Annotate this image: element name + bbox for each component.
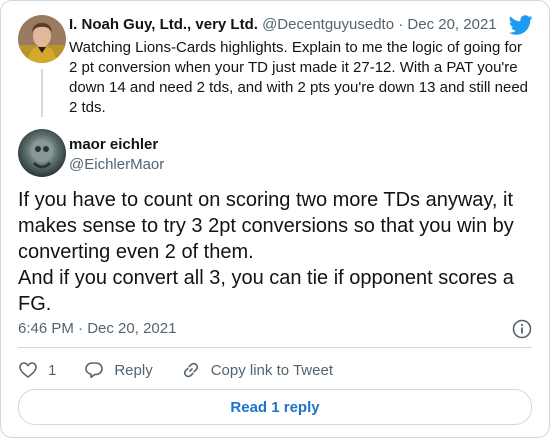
- link-icon: [183, 362, 198, 378]
- embedded-tweet-card: I. Noah Guy, Ltd., very Ltd. @Decentguyu…: [0, 0, 550, 438]
- reply-button[interactable]: Reply: [84, 360, 153, 380]
- copy-link-label: Copy link to Tweet: [210, 361, 333, 379]
- reply-time: 6:46 PM: [18, 320, 74, 337]
- reply-timestamp[interactable]: 6:46 PM · Dec 20, 2021: [18, 319, 176, 339]
- like-count: 1: [48, 361, 57, 379]
- thread-connector: [41, 69, 43, 117]
- reply-paragraph: And if you convert all 3, you can tie if…: [18, 267, 514, 315]
- reply-author-name[interactable]: maor eichler: [69, 135, 158, 155]
- action-bar: 1 Reply Copy link to Tweet: [18, 359, 361, 381]
- reply-separator: ·: [78, 320, 84, 337]
- like-button[interactable]: 1: [18, 360, 56, 380]
- parent-tweet-text: Watching Lions-Cards highlights. Explain…: [69, 39, 529, 116]
- parent-separator: ·: [398, 16, 404, 33]
- reply-date: Dec 20, 2021: [87, 320, 177, 337]
- parent-header: I. Noah Guy, Ltd., very Ltd. @Decentguyu…: [69, 15, 509, 35]
- reply-avatar[interactable]: [18, 129, 66, 177]
- parent-author-name[interactable]: I. Noah Guy, Ltd., very Ltd.: [69, 16, 258, 33]
- reply-paragraph: If you have to count on scoring two more…: [18, 189, 514, 263]
- divider: [18, 347, 532, 348]
- parent-date[interactable]: Dec 20, 2021: [407, 16, 496, 33]
- heart-icon: [19, 362, 37, 378]
- read-replies-label: Read 1 reply: [230, 398, 320, 416]
- reply-author-handle[interactable]: @EichlerMaor: [69, 155, 164, 175]
- reply-tweet-text: If you have to count on scoring two more…: [18, 187, 538, 317]
- info-icon[interactable]: [512, 319, 532, 339]
- read-replies-button[interactable]: Read 1 reply: [18, 389, 532, 425]
- twitter-bird-icon[interactable]: [509, 15, 533, 37]
- copy-link-button[interactable]: Copy link to Tweet: [181, 360, 333, 380]
- parent-author-handle[interactable]: @Decentguyusedto: [262, 16, 394, 33]
- parent-avatar[interactable]: [18, 15, 66, 63]
- reply-label: Reply: [114, 361, 153, 379]
- reply-bubble-icon: [85, 362, 104, 379]
